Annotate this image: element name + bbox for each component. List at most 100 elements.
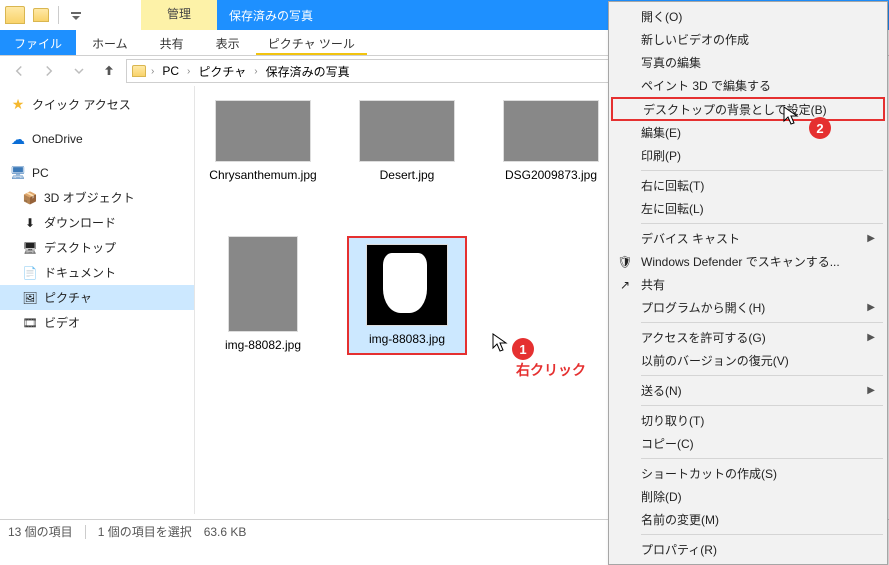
status-selection: 1 個の項目を選択 bbox=[98, 523, 192, 540]
context-menu-item-label: アクセスを許可する(G) bbox=[641, 329, 766, 346]
context-menu-item[interactable]: 写真の編集 bbox=[611, 51, 885, 74]
chevron-right-icon: ▶ bbox=[867, 302, 875, 313]
breadcrumb-2[interactable]: 保存済みの写真 bbox=[262, 61, 354, 82]
context-menu-item-label: 以前のバージョンの復元(V) bbox=[641, 352, 789, 369]
context-menu-item[interactable]: 左に回転(L) bbox=[611, 197, 885, 220]
ribbon-tab-file[interactable]: ファイル bbox=[0, 30, 76, 55]
file-item[interactable]: img-88083.jpg bbox=[347, 236, 467, 354]
nav-up-button[interactable] bbox=[96, 59, 122, 83]
nav-back-button[interactable] bbox=[6, 59, 32, 83]
pictures-icon: 🖼 bbox=[22, 290, 38, 306]
qat-folder-icon[interactable] bbox=[30, 4, 52, 26]
sidebar-onedrive[interactable]: ☁ OneDrive bbox=[0, 127, 194, 151]
file-item[interactable]: Chrysanthemum.jpg bbox=[203, 100, 323, 216]
document-icon: 📄 bbox=[22, 265, 38, 281]
context-menu-item[interactable]: コピー(C) bbox=[611, 432, 885, 455]
chevron-right-icon[interactable]: › bbox=[252, 66, 259, 77]
sidebar-item[interactable]: 📦3D オブジェクト bbox=[0, 185, 194, 210]
qat-dropdown-icon[interactable] bbox=[65, 4, 87, 26]
sidebar-item[interactable]: 🖼ピクチャ bbox=[0, 285, 194, 310]
context-menu-item[interactable]: プロパティ(R) bbox=[611, 538, 885, 561]
file-item[interactable]: img-88082.jpg bbox=[203, 236, 323, 354]
context-menu-item[interactable]: プログラムから開く(H) ▶ bbox=[611, 296, 885, 319]
sidebar-item[interactable]: ⬇ダウンロード bbox=[0, 210, 194, 235]
nav-history-dropdown[interactable] bbox=[66, 59, 92, 83]
context-menu-item-label: 右に回転(T) bbox=[641, 177, 704, 194]
chevron-right-icon[interactable]: › bbox=[185, 66, 192, 77]
context-tab-group: 管理 bbox=[141, 0, 217, 30]
file-thumbnail bbox=[359, 100, 455, 162]
context-menu-item[interactable]: 送る(N) ▶ bbox=[611, 379, 885, 402]
context-menu-item[interactable]: 名前の変更(M) bbox=[611, 508, 885, 531]
cursor-icon bbox=[492, 333, 508, 353]
context-menu-item[interactable]: 🛡 Windows Defender でスキャンする... bbox=[611, 250, 885, 273]
context-menu-item[interactable]: ペイント 3D で編集する bbox=[611, 74, 885, 97]
ribbon-tab-view[interactable]: 表示 bbox=[200, 30, 256, 55]
context-menu-item-label: Windows Defender でスキャンする... bbox=[641, 253, 840, 270]
context-menu-separator bbox=[641, 322, 883, 323]
context-menu-item-label: 写真の編集 bbox=[641, 54, 701, 71]
sidebar-item-label: デスクトップ bbox=[44, 239, 116, 256]
sidebar-pc[interactable]: 🖥 PC bbox=[0, 161, 194, 185]
context-menu-item[interactable]: 切り取り(T) bbox=[611, 409, 885, 432]
chevron-right-icon: ▶ bbox=[867, 385, 875, 396]
sidebar-item[interactable]: 🖥デスクトップ bbox=[0, 235, 194, 260]
context-menu-item-label: 送る(N) bbox=[641, 382, 682, 399]
breadcrumb-0[interactable]: PC bbox=[158, 62, 183, 80]
context-menu-item[interactable]: デバイス キャスト ▶ bbox=[611, 227, 885, 250]
context-menu-item[interactable]: 以前のバージョンの復元(V) bbox=[611, 349, 885, 372]
context-menu-item[interactable]: 編集(E) bbox=[611, 121, 885, 144]
file-name-label: Chrysanthemum.jpg bbox=[209, 168, 316, 182]
context-menu-item-label: ペイント 3D で編集する bbox=[641, 77, 771, 94]
cloud-icon: ☁ bbox=[10, 131, 26, 147]
context-menu-item-label: 左に回転(L) bbox=[641, 200, 704, 217]
sidebar-item[interactable]: 🎞ビデオ bbox=[0, 310, 194, 335]
qat-divider bbox=[58, 6, 59, 24]
nav-forward-button[interactable] bbox=[36, 59, 62, 83]
pc-icon: 🖥 bbox=[10, 165, 26, 181]
chevron-right-icon: ▶ bbox=[867, 332, 875, 343]
sidebar-item-label: ビデオ bbox=[44, 314, 80, 331]
file-thumbnail bbox=[228, 236, 298, 332]
sidebar-quick-access[interactable]: ★ クイック アクセス bbox=[0, 92, 194, 117]
context-menu-item-label: 名前の変更(M) bbox=[641, 511, 719, 528]
context-menu-item-label: 印刷(P) bbox=[641, 147, 681, 164]
context-menu-separator bbox=[641, 223, 883, 224]
file-item[interactable]: DSG2009873.jpg bbox=[491, 100, 611, 216]
ribbon-tab-share[interactable]: 共有 bbox=[144, 30, 200, 55]
context-menu-item[interactable]: アクセスを許可する(G) ▶ bbox=[611, 326, 885, 349]
share-icon: ↗ bbox=[617, 277, 633, 293]
context-menu-item[interactable]: 右に回転(T) bbox=[611, 174, 885, 197]
ribbon-tab-picture-tools[interactable]: ピクチャ ツール bbox=[256, 30, 367, 55]
context-menu-item[interactable]: 削除(D) bbox=[611, 485, 885, 508]
context-menu-item[interactable]: 新しいビデオの作成 bbox=[611, 28, 885, 51]
context-menu-separator bbox=[641, 458, 883, 459]
context-menu-item-label: プログラムから開く(H) bbox=[641, 299, 765, 316]
file-item[interactable]: Desert.jpg bbox=[347, 100, 467, 216]
context-menu-item-label: デバイス キャスト bbox=[641, 230, 740, 247]
shield-icon: 🛡 bbox=[617, 254, 633, 270]
context-menu-item[interactable]: ショートカットの作成(S) bbox=[611, 462, 885, 485]
sidebar-item[interactable]: 📄 ドキュメント bbox=[0, 260, 194, 285]
context-menu-item-label: 開く(O) bbox=[641, 8, 682, 25]
context-menu-item-label: 新しいビデオの作成 bbox=[641, 31, 749, 48]
context-menu-separator bbox=[641, 534, 883, 535]
context-menu-item[interactable]: 印刷(P) bbox=[611, 144, 885, 167]
chevron-right-icon: ▶ bbox=[867, 233, 875, 244]
chevron-right-icon[interactable]: › bbox=[149, 66, 156, 77]
ribbon-tab-home[interactable]: ホーム bbox=[76, 30, 144, 55]
sidebar-item-label: クイック アクセス bbox=[32, 96, 131, 113]
context-tab-manage[interactable]: 管理 bbox=[141, 0, 217, 30]
breadcrumb-1[interactable]: ピクチャ bbox=[194, 61, 250, 82]
sidebar-item-label: ドキュメント bbox=[44, 264, 116, 281]
context-menu-separator bbox=[641, 375, 883, 376]
context-menu-separator bbox=[641, 170, 883, 171]
context-menu-item[interactable]: デスクトップの背景として設定(B) bbox=[611, 97, 885, 121]
navigation-pane: ★ クイック アクセス ☁ OneDrive 🖥 PC 📦3D オブジェクト⬇ダ… bbox=[0, 86, 195, 514]
context-menu-item[interactable]: 開く(O) bbox=[611, 5, 885, 28]
file-thumbnail bbox=[366, 244, 448, 326]
context-menu-item-label: 共有 bbox=[641, 276, 665, 293]
context-menu: 開く(O) 新しいビデオの作成写真の編集ペイント 3D で編集するデスクトップの背… bbox=[608, 1, 888, 565]
context-menu-item[interactable]: ↗ 共有 bbox=[611, 273, 885, 296]
quick-access-toolbar bbox=[0, 0, 91, 30]
